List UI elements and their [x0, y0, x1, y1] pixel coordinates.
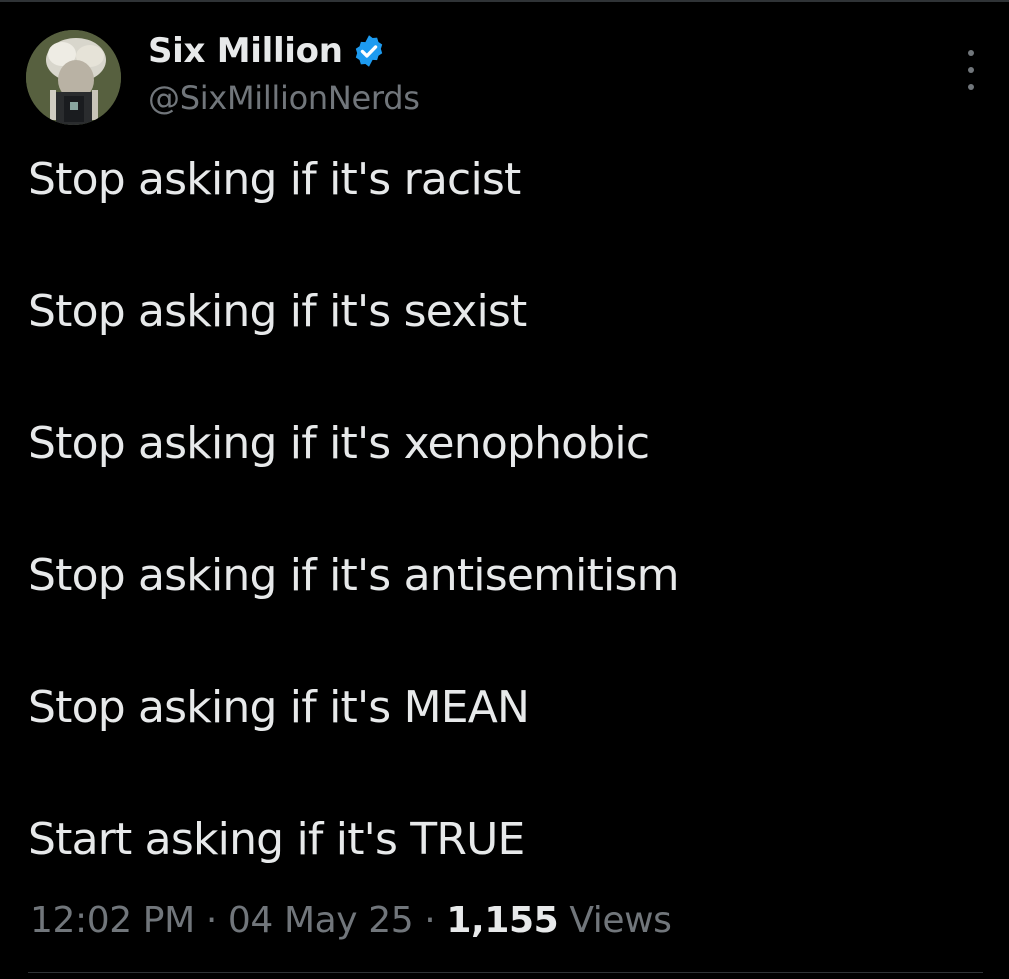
tweet-text-line: Stop asking if it's antisemitism: [28, 550, 679, 601]
more-vertical-icon-dot: [968, 50, 974, 56]
author-handle[interactable]: @SixMillionNerds: [148, 78, 420, 118]
tweet-header: Six Million @SixMillionNerds: [26, 30, 986, 126]
meta-separator: ·: [205, 900, 217, 941]
tweet-text-line: Stop asking if it's racist: [28, 154, 521, 205]
bottom-divider: [28, 972, 983, 973]
author-identity: Six Million @SixMillionNerds: [148, 30, 420, 118]
more-vertical-icon-dot: [968, 67, 974, 73]
avatar-image: [26, 30, 121, 125]
more-vertical-icon-dot: [968, 84, 974, 90]
more-options-button[interactable]: [959, 50, 983, 90]
tweet: Six Million @SixMillionNerds Stop asking…: [0, 0, 1009, 979]
meta-separator: ·: [424, 900, 436, 941]
tweet-text-line: Stop asking if it's MEAN: [28, 682, 530, 733]
tweet-date[interactable]: 04 May 25: [228, 900, 414, 941]
tweet-text-line: Stop asking if it's sexist: [28, 286, 527, 337]
tweet-time[interactable]: 12:02 PM: [30, 900, 195, 941]
views-count: 1,155: [446, 900, 559, 941]
verified-badge-icon[interactable]: [351, 33, 387, 69]
tweet-text: Stop asking if it's racist Stop asking i…: [28, 150, 988, 870]
tweet-text-line: Stop asking if it's xenophobic: [28, 418, 650, 469]
avatar[interactable]: [26, 30, 121, 125]
tweet-text-line: Start asking if it's TRUE: [28, 814, 525, 865]
author-name-row: Six Million: [148, 30, 420, 72]
tweet-meta: 12:02 PM · 04 May 25 · 1,155 Views: [30, 896, 672, 946]
author-display-name[interactable]: Six Million: [148, 30, 343, 72]
views-label: Views: [569, 900, 672, 941]
